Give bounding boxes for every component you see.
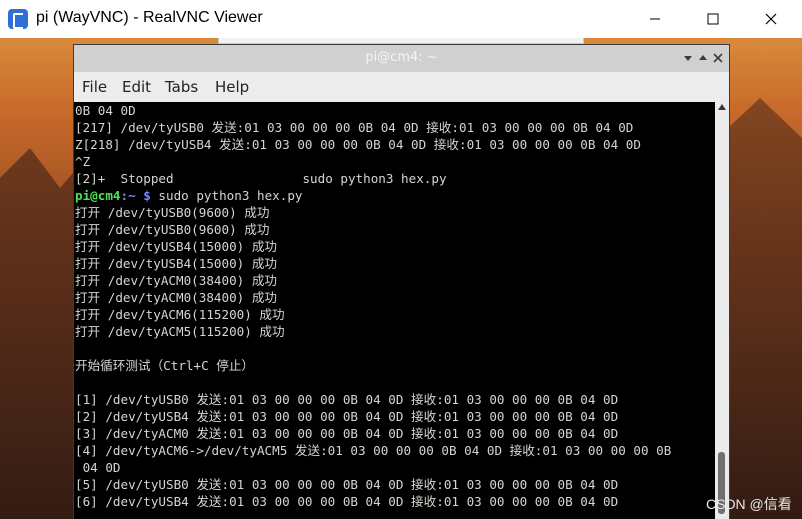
close-icon xyxy=(765,13,777,25)
terminal-line: 打开 /dev/tyUSB0(9600) 成功 xyxy=(75,205,270,220)
terminal-line: 04 0D xyxy=(75,460,121,475)
terminal-scrollbar[interactable] xyxy=(715,102,729,519)
maximize-button[interactable] xyxy=(684,0,742,38)
terminal-line: 打开 /dev/tyACM0(38400) 成功 xyxy=(75,273,278,288)
minimize-button[interactable] xyxy=(626,0,684,38)
terminal-line: 打开 /dev/tyACM0(38400) 成功 xyxy=(75,290,278,305)
terminal-line: 打开 /dev/tyACM5(115200) 成功 xyxy=(75,324,285,339)
terminal-line: 打开 /dev/tyACM6(115200) 成功 xyxy=(75,307,285,322)
menu-file[interactable]: File xyxy=(82,78,107,96)
terminal-line: 打开 /dev/tyUSB4(15000) 成功 xyxy=(75,256,278,271)
close-button[interactable] xyxy=(742,0,800,38)
terminal-output[interactable]: 0B 04 0D [217] /dev/tyUSB0 发送:01 03 00 0… xyxy=(74,102,715,519)
viewer-title: pi (WayVNC) - RealVNC Viewer xyxy=(36,9,263,26)
terminal-line: 0B 04 0D xyxy=(75,103,136,118)
realvnc-logo-icon xyxy=(8,9,28,29)
remote-desktop[interactable]: pi@cm4: ~ File Edit Tabs Help 0B 04 0D [… xyxy=(0,38,802,519)
prompt-path: :~ $ xyxy=(120,188,151,203)
minimize-icon xyxy=(684,56,692,61)
terminal-line: [2] /dev/tyUSB4 发送:01 03 00 00 00 0B 04 … xyxy=(75,409,619,424)
terminal-line: [5] /dev/tyUSB0 发送:01 03 00 00 00 0B 04 … xyxy=(75,477,619,492)
terminal-line: [1] /dev/tyUSB0 发送:01 03 00 00 00 0B 04 … xyxy=(75,392,619,407)
close-icon xyxy=(713,53,723,63)
terminal-line: 打开 /dev/tyUSB0(9600) 成功 xyxy=(75,222,270,237)
viewer-titlebar: pi (WayVNC) - RealVNC Viewer xyxy=(0,0,802,38)
terminal-line: ^Z xyxy=(75,154,91,169)
terminal-line: [6] /dev/tyUSB4 发送:01 03 00 00 00 0B 04 … xyxy=(75,494,619,509)
terminal-line: [217] /dev/tyUSB0 发送:01 03 00 00 00 0B 0… xyxy=(75,120,634,135)
csdn-watermark: CSDN @信看 xyxy=(706,496,792,512)
terminal-line: [2]+ Stopped sudo python3 hex.py xyxy=(75,171,447,186)
terminal-close-button[interactable] xyxy=(709,49,727,67)
prompt-user: pi@cm4 xyxy=(75,188,121,203)
prompt-line: pi@cm4:~ $ sudo python3 hex.py xyxy=(75,187,671,204)
terminal-line: [4] /dev/tyACM6->/dev/tyACM5 发送:01 03 00… xyxy=(75,443,672,458)
terminal-line: 开始循环测试（Ctrl+C 停止） xyxy=(75,358,255,373)
terminal-titlebar[interactable]: pi@cm4: ~ xyxy=(74,45,729,73)
terminal-line: [3] /dev/tyACM0 发送:01 03 00 00 00 0B 04 … xyxy=(75,426,619,441)
maximize-icon xyxy=(707,13,719,25)
terminal-title: pi@cm4: ~ xyxy=(365,50,438,65)
terminal-window[interactable]: pi@cm4: ~ File Edit Tabs Help 0B 04 0D [… xyxy=(73,44,730,519)
terminal-line: 打开 /dev/tyUSB4(15000) 成功 xyxy=(75,239,278,254)
terminal-line: Z[218] /dev/tyUSB4 发送:01 03 00 00 00 0B … xyxy=(75,137,641,152)
maximize-icon xyxy=(699,55,707,60)
command-text: sudo python3 hex.py xyxy=(150,188,303,203)
menu-tabs[interactable]: Tabs xyxy=(165,78,198,96)
menu-edit[interactable]: Edit xyxy=(122,78,151,96)
scroll-up-arrow-icon[interactable] xyxy=(718,104,726,110)
menu-help[interactable]: Help xyxy=(215,78,249,96)
terminal-menubar: File Edit Tabs Help xyxy=(74,72,729,103)
minimize-icon xyxy=(650,18,660,20)
